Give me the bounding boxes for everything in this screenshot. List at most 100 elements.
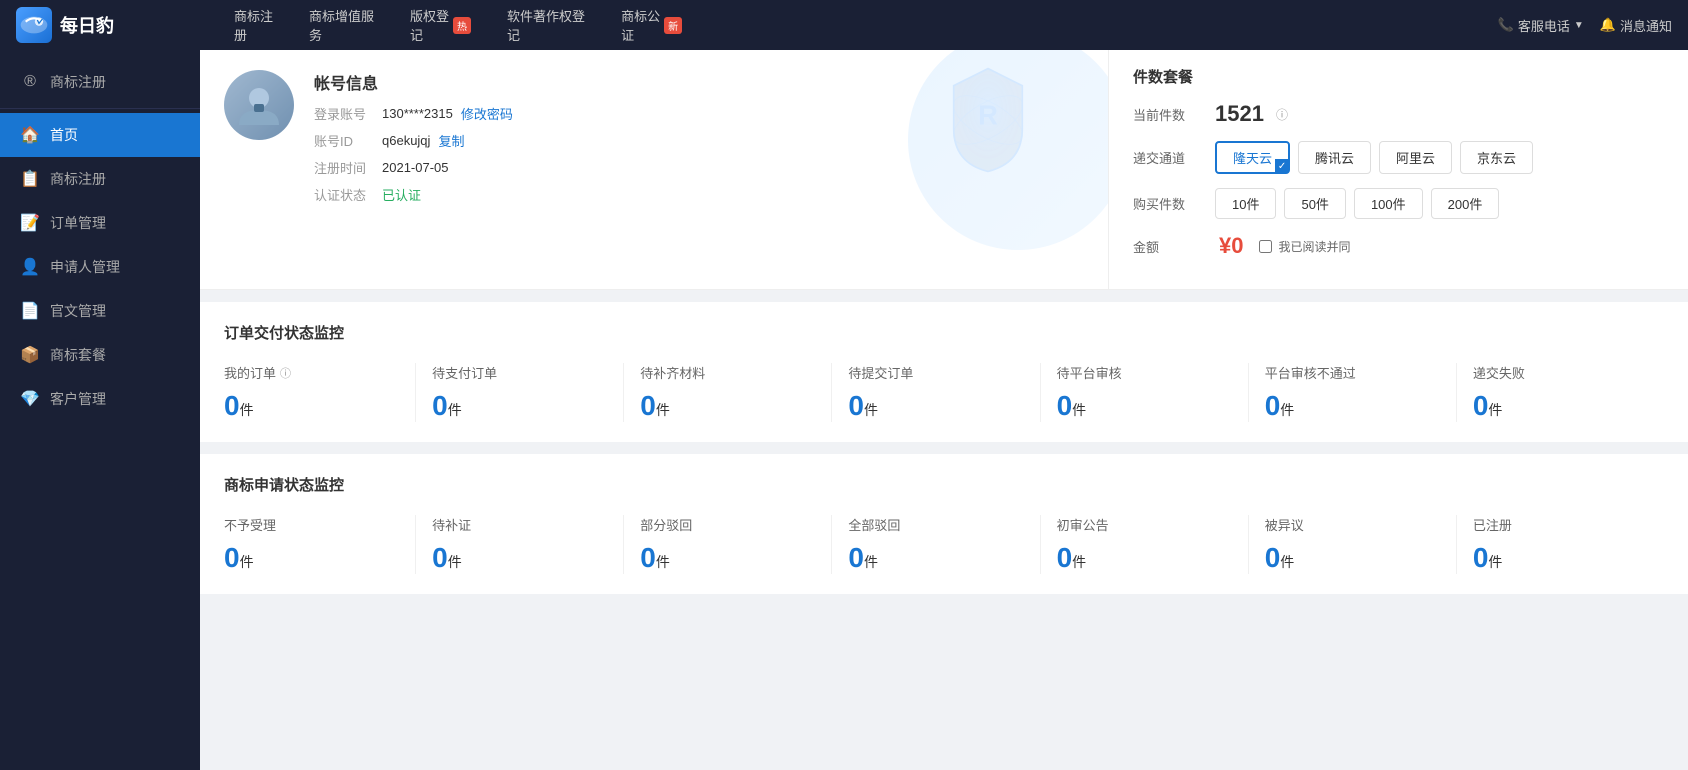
qty-btn-10[interactable]: 10件 bbox=[1215, 188, 1276, 219]
sidebar-item-official-docs[interactable]: 📄 官文管理 bbox=[0, 289, 200, 333]
channel-row: 递交通道 隆天云 腾讯云 阿里云 京东云 bbox=[1133, 141, 1664, 174]
reg-time-label: 注册时间 bbox=[314, 158, 374, 177]
opposed-label: 被异议 bbox=[1265, 515, 1440, 534]
account-id-value: q6ekujqj bbox=[382, 133, 430, 148]
sidebar-applicants-label: 申请人管理 bbox=[50, 257, 120, 277]
package-icon: 📦 bbox=[20, 345, 40, 365]
pending-payment-value: 0件 bbox=[432, 390, 607, 422]
profile-content: 帐号信息 登录账号 130****2315 修改密码 账号ID q6ekujqj… bbox=[224, 70, 1084, 212]
review-failed-label: 平台审核不通过 bbox=[1265, 363, 1440, 382]
current-count-value: 1521 bbox=[1215, 101, 1264, 127]
sidebar-item-applicants[interactable]: 👤 申请人管理 bbox=[0, 245, 200, 289]
qty-btn-200[interactable]: 200件 bbox=[1431, 188, 1500, 219]
profile-auth-row: 认证状态 已认证 bbox=[314, 185, 1084, 204]
qty-btn-100[interactable]: 100件 bbox=[1354, 188, 1423, 219]
customer-icon: 💎 bbox=[20, 389, 40, 409]
full-reject-value: 0件 bbox=[848, 542, 1023, 574]
status-item-pending-payment[interactable]: 待支付订单 0件 bbox=[416, 363, 624, 422]
status-item-opposed[interactable]: 被异议 0件 bbox=[1249, 515, 1457, 574]
layout: ® 商标注册 🏠 首页 📋 商标注册 📝 订单管理 👤 申请人管理 📄 官文管理… bbox=[0, 50, 1688, 770]
profile-reg-time-row: 注册时间 2021-07-05 bbox=[314, 158, 1084, 177]
trademark-status-card: 商标申请状态监控 不予受理 0件 待补证 0件 部分驳回 0件 全部驳回 0件 bbox=[200, 454, 1688, 594]
logo-icon bbox=[16, 7, 52, 43]
avatar bbox=[224, 70, 294, 140]
top-cards-row: R bbox=[200, 50, 1688, 290]
sidebar-item-customers[interactable]: 💎 客户管理 bbox=[0, 377, 200, 421]
package-title: 件数套餐 bbox=[1133, 66, 1664, 87]
pending-materials-label: 待补齐材料 bbox=[640, 363, 815, 382]
hot-badge: 热 bbox=[453, 17, 471, 34]
status-item-pending-materials[interactable]: 待补齐材料 0件 bbox=[624, 363, 832, 422]
status-item-submit-failed[interactable]: 递交失败 0件 bbox=[1457, 363, 1664, 422]
nav-trademark-reg[interactable]: 商标注册 bbox=[216, 0, 291, 50]
notification[interactable]: 🔔 消息通知 bbox=[1600, 16, 1672, 35]
modify-password-link[interactable]: 修改密码 bbox=[461, 104, 513, 123]
profile-info: 帐号信息 登录账号 130****2315 修改密码 账号ID q6ekujqj… bbox=[314, 70, 1084, 212]
nav-trademark-notary[interactable]: 商标公证 新 bbox=[603, 0, 700, 50]
copy-link[interactable]: 复制 bbox=[438, 131, 464, 150]
channel-btn-alibaba[interactable]: 阿里云 bbox=[1379, 141, 1452, 174]
status-item-my-orders[interactable]: 我的订单 ⓘ 0件 bbox=[224, 363, 416, 422]
sidebar-trademark-reg-label: 商标注册 bbox=[50, 169, 106, 189]
status-item-rejected[interactable]: 不予受理 0件 bbox=[224, 515, 416, 574]
clipboard-icon: 📋 bbox=[20, 169, 40, 189]
my-orders-label: 我的订单 ⓘ bbox=[224, 363, 399, 382]
login-label: 登录账号 bbox=[314, 104, 374, 123]
submit-failed-value: 0件 bbox=[1473, 390, 1648, 422]
info-icon-orders: ⓘ bbox=[280, 365, 291, 381]
channel-btn-tencent[interactable]: 腾讯云 bbox=[1298, 141, 1371, 174]
info-icon[interactable]: ⓘ bbox=[1276, 106, 1288, 123]
pending-review-value: 0件 bbox=[1057, 390, 1232, 422]
bell-icon: 🔔 bbox=[1600, 17, 1616, 33]
agree-label: 我已阅读并同 bbox=[1278, 238, 1350, 255]
nav-software-copyright[interactable]: 软件著作权登记 bbox=[489, 0, 603, 50]
status-item-registered[interactable]: 已注册 0件 bbox=[1457, 515, 1664, 574]
registered-label: 已注册 bbox=[1473, 515, 1648, 534]
amount-label: 金额 bbox=[1133, 237, 1203, 256]
sidebar-item-orders[interactable]: 📝 订单管理 bbox=[0, 201, 200, 245]
status-item-partial-reject[interactable]: 部分驳回 0件 bbox=[624, 515, 832, 574]
avatar-icon bbox=[234, 80, 284, 130]
status-item-pending-cert[interactable]: 待补证 0件 bbox=[416, 515, 624, 574]
top-navigation: 每日豹 商标注册 商标增值服务 版权登记 热 软件著作权登记 商标公证 新 📞 … bbox=[0, 0, 1688, 50]
nav-trademark-value[interactable]: 商标增值服务 bbox=[291, 0, 392, 50]
status-item-initial-announcement[interactable]: 初审公告 0件 bbox=[1041, 515, 1249, 574]
profile-login-row: 登录账号 130****2315 修改密码 bbox=[314, 104, 1084, 123]
status-item-review-failed[interactable]: 平台审核不通过 0件 bbox=[1249, 363, 1457, 422]
order-status-card: 订单交付状态监控 我的订单 ⓘ 0件 待支付订单 0件 待补齐材料 bbox=[200, 302, 1688, 442]
submit-failed-label: 递交失败 bbox=[1473, 363, 1648, 382]
nav-items: 商标注册 商标增值服务 版权登记 热 软件著作权登记 商标公证 新 bbox=[216, 0, 1498, 50]
channel-btn-longtian[interactable]: 隆天云 bbox=[1215, 141, 1290, 174]
status-item-pending-submit[interactable]: 待提交订单 0件 bbox=[832, 363, 1040, 422]
sidebar-home-label: 首页 bbox=[50, 125, 78, 145]
chevron-down-icon: ▼ bbox=[1574, 20, 1584, 31]
qty-btn-50[interactable]: 50件 bbox=[1284, 188, 1345, 219]
status-item-full-reject[interactable]: 全部驳回 0件 bbox=[832, 515, 1040, 574]
sidebar-item-trademark-reg[interactable]: 📋 商标注册 bbox=[0, 157, 200, 201]
sidebar-item-packages[interactable]: 📦 商标套餐 bbox=[0, 333, 200, 377]
rejected-label: 不予受理 bbox=[224, 515, 399, 534]
sidebar: ® 商标注册 🏠 首页 📋 商标注册 📝 订单管理 👤 申请人管理 📄 官文管理… bbox=[0, 50, 200, 770]
avatar-area bbox=[224, 70, 294, 212]
nav-copyright[interactable]: 版权登记 热 bbox=[392, 0, 489, 50]
agree-row: 我已阅读并同 bbox=[1259, 238, 1350, 255]
partial-reject-value: 0件 bbox=[640, 542, 815, 574]
customer-service[interactable]: 📞 客服电话 ▼ bbox=[1498, 16, 1584, 35]
channel-label: 递交通道 bbox=[1133, 148, 1203, 167]
channel-btn-jd[interactable]: 京东云 bbox=[1460, 141, 1533, 174]
registered-icon: ® bbox=[20, 73, 40, 91]
auth-status-label: 认证状态 bbox=[314, 185, 374, 204]
status-item-pending-review[interactable]: 待平台审核 0件 bbox=[1041, 363, 1249, 422]
sidebar-item-home[interactable]: 🏠 首页 bbox=[0, 113, 200, 157]
pending-submit-value: 0件 bbox=[848, 390, 1023, 422]
qty-row: 购买件数 10件 50件 100件 200件 bbox=[1133, 188, 1664, 219]
initial-announcement-label: 初审公告 bbox=[1057, 515, 1232, 534]
pending-cert-label: 待补证 bbox=[432, 515, 607, 534]
profile-id-row: 账号ID q6ekujqj 复制 bbox=[314, 131, 1084, 150]
sidebar-packages-label: 商标套餐 bbox=[50, 345, 106, 365]
current-count-row: 当前件数 1521 ⓘ bbox=[1133, 101, 1664, 127]
full-reject-label: 全部驳回 bbox=[848, 515, 1023, 534]
order-status-grid: 我的订单 ⓘ 0件 待支付订单 0件 待补齐材料 0件 待提交订单 bbox=[224, 363, 1664, 422]
agree-checkbox[interactable] bbox=[1259, 240, 1272, 253]
sidebar-orders-label: 订单管理 bbox=[50, 213, 106, 233]
